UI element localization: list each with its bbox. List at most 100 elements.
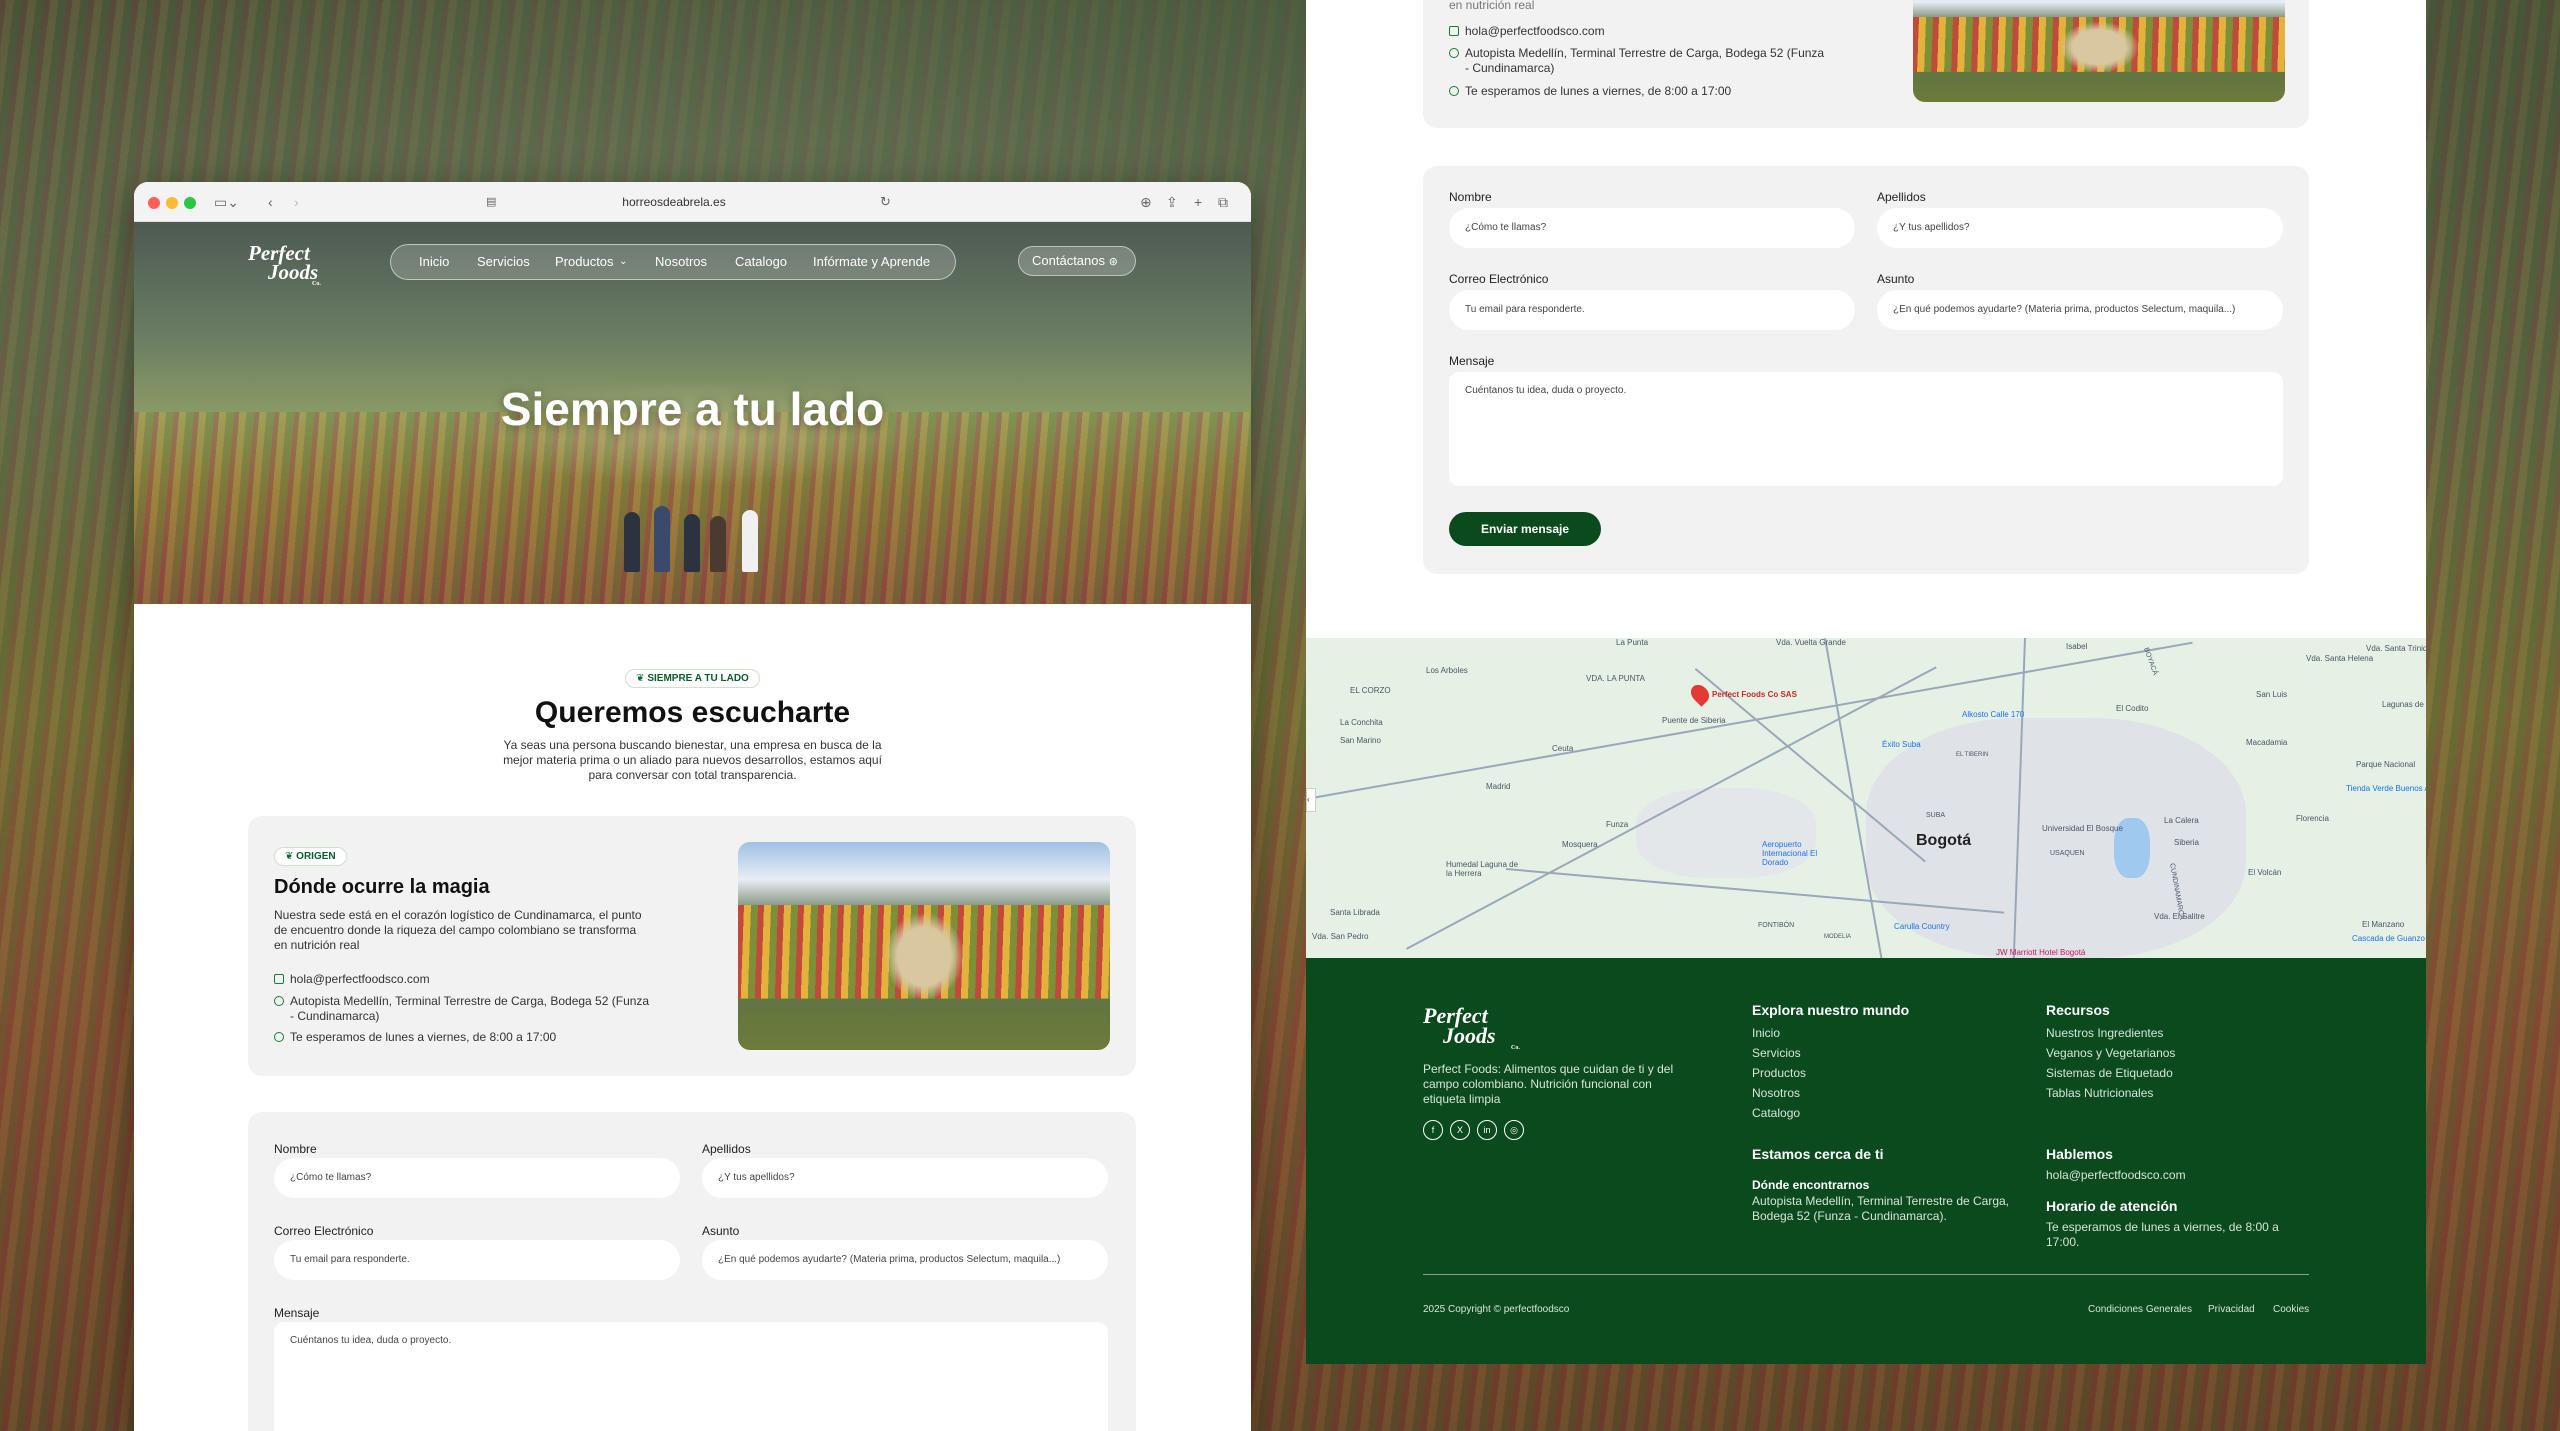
footer-logo[interactable]: Perfect Joods Co. xyxy=(1423,1005,1520,1051)
map-place: Alkosto Calle 170 xyxy=(1962,710,2025,719)
nav-inicio[interactable]: Inicio xyxy=(419,245,449,279)
email-input[interactable]: Tu email para responderte. xyxy=(274,1240,680,1280)
address-bar[interactable]: horreosdeabrela.es xyxy=(464,189,884,215)
footer-link-etiquetado[interactable]: Sistemas de Etiquetado xyxy=(2046,1066,2173,1080)
email-input[interactable]: Tu email para responderte. xyxy=(1449,290,1855,330)
footer-link-productos[interactable]: Productos xyxy=(1752,1066,1806,1080)
map-place: San Luis xyxy=(2256,690,2288,699)
map-pin-label: Perfect Foods Co SAS xyxy=(1712,690,1797,699)
origin-email[interactable]: hola@perfectfoodsco.com xyxy=(274,972,430,987)
footer-desc-line: Perfect Foods: Alimentos que cuidan de t… xyxy=(1423,1062,1674,1076)
nav-informate[interactable]: Infórmate y Aprende xyxy=(813,245,930,279)
browser-toolbar: ▭⌄ ‹ › ▤ horreosdeabrela.es ↻ ⊕ ⇪ + ⧉ xyxy=(134,182,1251,222)
map-place: Madrid xyxy=(1486,782,1511,791)
nav-nosotros[interactable]: Nosotros xyxy=(655,245,707,279)
download-icon[interactable]: ⊕ xyxy=(1140,191,1152,213)
donde-line: Bodega 52 (Funza - Cundinamarca). xyxy=(1752,1209,1947,1223)
origin-text-cut: en nutrición real xyxy=(1449,0,1535,12)
logo-line2: Joods xyxy=(1443,1022,1496,1048)
hero-title: Siempre a tu lado xyxy=(500,383,885,435)
legal-link-condiciones[interactable]: Condiciones Generales xyxy=(2088,1304,2192,1315)
nombre-label: Nombre xyxy=(1449,190,1492,204)
map-place: El Codito xyxy=(2116,704,2149,713)
footer-link-veganos[interactable]: Veganos y Vegetarianos xyxy=(2046,1046,2175,1060)
map-place: Mosquera xyxy=(1562,840,1598,849)
contact-button-label: Contáctanos xyxy=(1032,253,1105,268)
site-logo[interactable]: Perfect Joods Co. xyxy=(248,243,321,287)
nombre-input[interactable]: ¿Cómo te llamas? xyxy=(274,1158,680,1198)
browser-window: ▭⌄ ‹ › ▤ horreosdeabrela.es ↻ ⊕ ⇪ + ⧉ Pe… xyxy=(134,182,1251,1431)
reload-icon[interactable]: ↻ xyxy=(880,191,891,213)
back-icon[interactable]: ‹ xyxy=(268,191,273,213)
share-icon[interactable]: ⇪ xyxy=(1166,191,1178,213)
apellidos-input[interactable]: ¿Y tus apellidos? xyxy=(702,1158,1108,1198)
nav-servicios[interactable]: Servicios xyxy=(477,245,530,279)
asunto-input[interactable]: ¿En qué podemos ayudarte? (Materia prima… xyxy=(1877,290,2283,330)
sidebar-toggle-icon[interactable]: ▭⌄ xyxy=(214,191,239,213)
nombre-label: Nombre xyxy=(274,1142,317,1156)
map-place: Florencia xyxy=(2296,814,2329,823)
origin-email[interactable]: hola@perfectfoodsco.com xyxy=(1449,24,1605,39)
map-place: Funza xyxy=(1606,820,1629,829)
map-place: USAQUEN xyxy=(2050,850,2085,857)
origin-email-text: hola@perfectfoodsco.com xyxy=(290,972,430,986)
origin-email-text: hola@perfectfoodsco.com xyxy=(1465,24,1605,38)
origin-card-bottom: en nutrición real hola@perfectfoodsco.co… xyxy=(1423,0,2309,128)
close-window-button[interactable] xyxy=(148,197,160,209)
forward-icon[interactable]: › xyxy=(294,191,299,213)
nav-productos[interactable]: Productos xyxy=(555,245,614,279)
map-place: Ceuta xyxy=(1552,744,1574,753)
origin-address-line: Autopista Medellín, Terminal Terrestre d… xyxy=(1465,46,1825,60)
apellidos-input[interactable]: ¿Y tus apellidos? xyxy=(1877,208,2283,248)
logo-line2: Joods xyxy=(268,259,319,284)
x-twitter-icon[interactable]: X xyxy=(1450,1120,1470,1140)
facebook-icon[interactable]: f xyxy=(1423,1120,1443,1140)
clock-icon xyxy=(274,1032,284,1042)
nombre-input[interactable]: ¿Cómo te llamas? xyxy=(1449,208,1855,248)
asunto-label: Asunto xyxy=(1877,272,1915,286)
contact-button[interactable]: Contáctanos ⊛ xyxy=(1018,246,1136,276)
horario-line: 17:00. xyxy=(2046,1235,2080,1249)
footer-link-servicios[interactable]: Servicios xyxy=(1752,1046,1801,1060)
new-tab-icon[interactable]: + xyxy=(1194,191,1202,213)
map-collapse-handle[interactable]: ‹ xyxy=(1306,788,1316,812)
linkedin-icon[interactable]: in xyxy=(1477,1120,1497,1140)
footer-link-tablas[interactable]: Tablas Nutricionales xyxy=(2046,1086,2153,1100)
footer-link-nosotros[interactable]: Nosotros xyxy=(1752,1086,1800,1100)
asunto-input[interactable]: ¿En qué podemos ayudarte? (Materia prima… xyxy=(702,1240,1108,1280)
main-nav: Inicio Servicios Productos ⌄ Nosotros Ca… xyxy=(390,244,956,280)
origin-hours: Te esperamos de lunes a viernes, de 8:00… xyxy=(1449,84,1731,99)
minimize-window-button[interactable] xyxy=(166,197,178,209)
email-label: Correo Electrónico xyxy=(1449,272,1549,286)
asunto-label: Asunto xyxy=(702,1224,740,1238)
logo-co: Co. xyxy=(1511,1045,1520,1051)
footer-link-catalogo[interactable]: Catalogo xyxy=(1752,1106,1800,1120)
page-continuation: en nutrición real hola@perfectfoodsco.co… xyxy=(1306,0,2426,1364)
instagram-icon[interactable]: ◎ xyxy=(1504,1120,1524,1140)
nav-catalogo[interactable]: Catalogo xyxy=(735,245,787,279)
tabs-overview-icon[interactable]: ⧉ xyxy=(1218,191,1228,213)
footer-link-inicio[interactable]: Inicio xyxy=(1752,1026,1780,1040)
map-place: Tienda Verde Buenos Aires xyxy=(2346,784,2426,793)
mensaje-textarea[interactable]: Cuéntanos tu idea, duda o proyecto. xyxy=(1449,372,2283,486)
chevron-down-icon[interactable]: ⌄ xyxy=(619,245,627,279)
map-place: Lagunas de xyxy=(2382,700,2424,709)
zoom-window-button[interactable] xyxy=(184,197,196,209)
origin-photo xyxy=(1913,0,2285,102)
origin-hours: Te esperamos de lunes a viernes, de 8:00… xyxy=(274,1030,556,1045)
mail-icon xyxy=(274,974,284,984)
send-message-button[interactable]: Enviar mensaje xyxy=(1449,512,1601,546)
map-place: Siberia xyxy=(2174,838,2199,847)
recursos-title: Recursos xyxy=(2046,1002,2110,1018)
hablemos-email[interactable]: hola@perfectfoodsco.com xyxy=(2046,1168,2186,1182)
apellidos-label: Apellidos xyxy=(1877,190,1926,204)
origin-address: Autopista Medellín, Terminal Terrestre d… xyxy=(274,994,649,1024)
map-pin-icon[interactable] xyxy=(1687,681,1713,707)
footer-link-ingredientes[interactable]: Nuestros Ingredientes xyxy=(2046,1026,2163,1040)
legal-link-privacidad[interactable]: Privacidad xyxy=(2208,1304,2255,1315)
location-map[interactable]: ‹ Perfect Foods Co SAS Bogotá Los Arbole… xyxy=(1306,638,2426,958)
mensaje-textarea[interactable]: Cuéntanos tu idea, duda o proyecto. xyxy=(274,1322,1108,1431)
origin-title: Dónde ocurre la magia xyxy=(274,876,490,898)
clock-icon xyxy=(1449,86,1459,96)
legal-link-cookies[interactable]: Cookies xyxy=(2273,1304,2309,1315)
